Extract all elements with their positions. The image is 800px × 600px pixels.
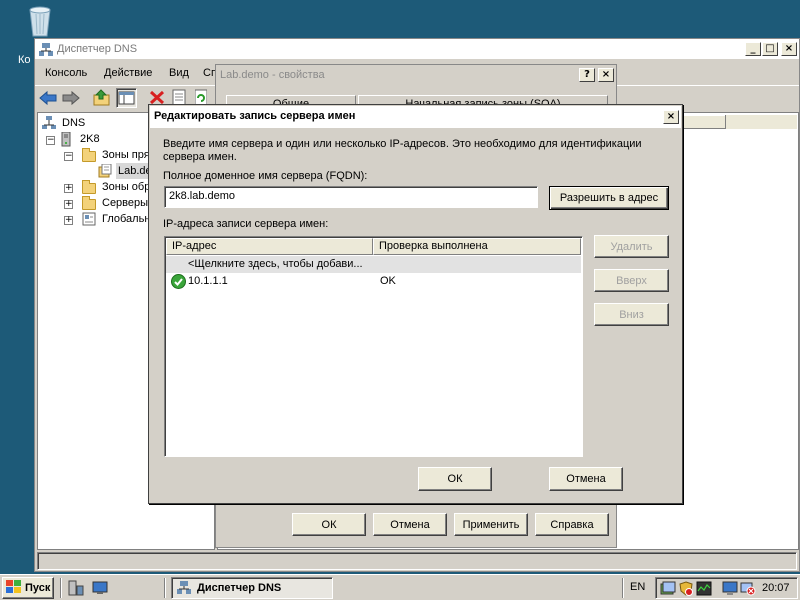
tree-label: Зоны пря <box>102 149 150 161</box>
close-button[interactable]: × <box>663 110 679 124</box>
checkmark-icon <box>171 274 186 292</box>
system-tray: 20:07 <box>655 577 798 599</box>
move-down-button[interactable]: Вниз <box>594 303 669 326</box>
dns-root-icon <box>42 116 56 135</box>
network-warning-tray-icon[interactable] <box>740 581 756 599</box>
expand-toggle[interactable]: + <box>64 184 73 193</box>
folder-icon <box>82 196 96 210</box>
menu-action[interactable]: Действие <box>104 64 152 82</box>
edit-ns-titlebar[interactable]: Редактировать запись сервера имен × <box>150 106 681 128</box>
taskbar-task-dns[interactable]: Диспетчер DNS <box>171 577 333 599</box>
status-bar <box>37 552 797 570</box>
cancel-button[interactable]: Отмена <box>373 513 447 536</box>
help-button[interactable]: Справка <box>535 513 609 536</box>
close-button[interactable]: × <box>781 42 797 56</box>
security-tray-icon[interactable] <box>678 581 694 599</box>
edit-ns-dialog: Редактировать запись сервера имен × Введ… <box>148 104 683 504</box>
column-header-ip-label: IP-адрес <box>172 240 217 252</box>
language-indicator[interactable]: EN <box>630 581 645 593</box>
performance-tray-icon[interactable] <box>696 581 712 599</box>
row-status: OK <box>380 275 396 287</box>
ip-list[interactable]: IP-адрес Проверка выполнена <Щелкните зд… <box>164 236 583 457</box>
ok-button[interactable]: ОК <box>292 513 366 536</box>
start-label: Пуск <box>25 582 51 594</box>
edit-ns-title: Редактировать запись сервера имен <box>154 110 356 122</box>
taskbar: Пуск Диспетчер DNS EN 20:07 <box>0 574 800 600</box>
recycle-bin-label: Ко <box>18 54 31 66</box>
quicklaunch-divider <box>60 578 62 598</box>
close-button[interactable]: × <box>598 68 614 82</box>
collapse-toggle[interactable]: − <box>46 136 55 145</box>
menu-view[interactable]: Вид <box>169 64 189 82</box>
dns-window-title: Диспетчер DNS <box>57 43 138 55</box>
column-header-ip[interactable]: IP-адрес <box>166 238 373 255</box>
logs-icon <box>82 212 96 231</box>
help-title-button[interactable]: ? <box>579 68 595 82</box>
up-folder-icon[interactable] <box>93 89 111 109</box>
show-desktop-icon[interactable] <box>92 580 108 599</box>
folder-icon <box>82 180 96 194</box>
folder-icon <box>82 148 96 162</box>
description-text: Введите имя сервера и один или несколько… <box>163 138 642 163</box>
windows-logo-icon <box>6 579 22 597</box>
tray-divider <box>622 578 624 598</box>
minimize-button[interactable]: _ <box>745 42 761 56</box>
add-placeholder-row[interactable]: <Щелкните здесь, чтобы добави... <box>166 256 581 273</box>
dns-window-icon <box>39 43 53 56</box>
back-arrow-icon[interactable] <box>39 90 57 109</box>
quicklaunch-divider <box>164 578 166 598</box>
fqdn-value: 2k8.lab.demo <box>169 190 236 202</box>
properties-titlebar[interactable]: Lab.demo - свойства ? × <box>216 65 616 86</box>
column-header-status-label: Проверка выполнена <box>379 240 488 252</box>
expand-toggle[interactable]: + <box>64 200 73 209</box>
network-tray-icon[interactable] <box>660 581 676 599</box>
dns-titlebar[interactable]: Диспетчер DNS _ □ × <box>35 39 799 60</box>
column-header[interactable] <box>725 115 797 129</box>
monitor-tray-icon[interactable] <box>722 581 738 599</box>
tree-label: 2K8 <box>80 133 100 145</box>
table-row[interactable]: 10.1.1.1 OK <box>166 273 581 290</box>
tree-label: DNS <box>62 117 86 129</box>
cancel-button[interactable]: Отмена <box>549 467 623 491</box>
properties-title: Lab.demo - свойства <box>220 69 325 81</box>
clock[interactable]: 20:07 <box>762 582 790 594</box>
collapse-toggle[interactable]: − <box>64 152 73 161</box>
tree-label: Серверы <box>102 197 149 209</box>
ok-button[interactable]: ОК <box>418 467 492 491</box>
placeholder-text: <Щелкните здесь, чтобы добави... <box>188 258 363 270</box>
ip-label: IP-адреса записи сервера имен: <box>163 218 329 230</box>
row-ip: 10.1.1.1 <box>188 275 228 287</box>
maximize-button[interactable]: □ <box>762 42 778 56</box>
delete-button[interactable]: Удалить <box>594 235 669 258</box>
server-manager-icon[interactable] <box>68 580 84 599</box>
menu-console[interactable]: Консоль <box>45 64 87 82</box>
expand-toggle[interactable]: + <box>64 216 73 225</box>
dns-task-icon <box>177 581 191 597</box>
fqdn-input[interactable]: 2k8.lab.demo <box>164 186 538 208</box>
server-icon <box>60 131 72 152</box>
apply-button[interactable]: Применить <box>454 513 528 536</box>
task-label: Диспетчер DNS <box>197 582 282 594</box>
show-tree-icon[interactable] <box>116 88 137 108</box>
move-up-button[interactable]: Вверх <box>594 269 669 292</box>
tree-label: Глобальн <box>102 213 151 225</box>
resolve-button[interactable]: Разрешить в адрес <box>549 186 669 210</box>
fqdn-label: Полное доменное имя сервера (FQDN): <box>163 170 368 182</box>
column-header-status[interactable]: Проверка выполнена <box>373 238 581 255</box>
recycle-bin-icon[interactable] <box>22 4 58 38</box>
forward-arrow-icon[interactable] <box>62 90 80 109</box>
start-button[interactable]: Пуск <box>2 577 54 599</box>
